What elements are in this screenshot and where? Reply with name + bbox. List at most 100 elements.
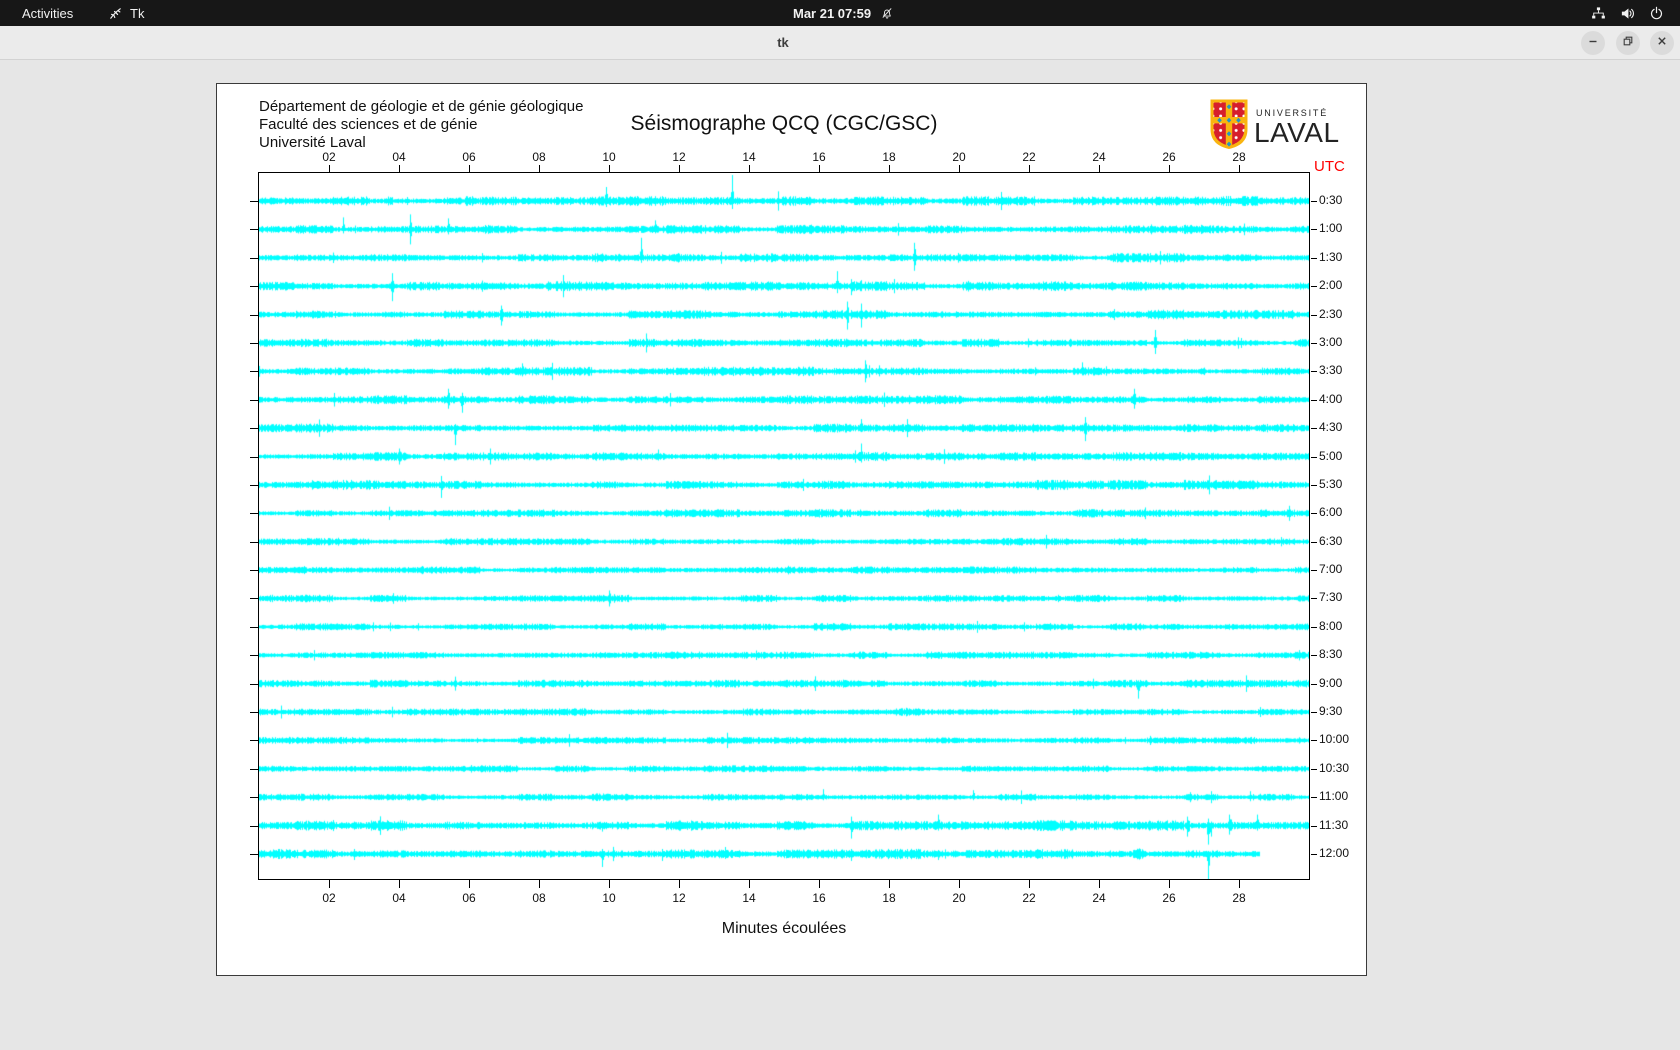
app-menu-label: Tk bbox=[130, 5, 145, 21]
trace-tick-left bbox=[250, 627, 258, 628]
trace-tick-left bbox=[250, 655, 258, 656]
x-tick-bottom bbox=[1099, 880, 1100, 888]
network-icon bbox=[1591, 6, 1606, 21]
plot-title: Séismographe QCQ (CGC/GSC) bbox=[630, 112, 938, 135]
trace-time-label: 9:00 bbox=[1319, 676, 1343, 690]
trace-tick-left bbox=[250, 740, 258, 741]
trace-time-label: 3:00 bbox=[1319, 335, 1343, 349]
trace-tick-right bbox=[1311, 854, 1317, 855]
activities-button[interactable]: Activities bbox=[12, 0, 83, 26]
x-tick-label-top: 08 bbox=[532, 150, 546, 164]
trace-tick-right bbox=[1311, 229, 1317, 230]
power-icon bbox=[1649, 6, 1664, 21]
x-tick-bottom bbox=[679, 880, 680, 888]
x-tick-label-bottom: 06 bbox=[462, 891, 476, 905]
trace-tick-left bbox=[250, 854, 258, 855]
x-tick-label-top: 04 bbox=[392, 150, 406, 164]
trace-tick-left bbox=[250, 598, 258, 599]
x-tick-top bbox=[539, 165, 540, 173]
x-tick-label-top: 12 bbox=[672, 150, 686, 164]
volume-icon bbox=[1620, 6, 1635, 21]
clock-menu[interactable]: Mar 21 07:59 bbox=[793, 0, 894, 26]
gnome-top-bar: Activities Tk Mar 21 07:59 bbox=[0, 0, 1680, 26]
x-tick-bottom bbox=[1169, 880, 1170, 888]
x-tick-label-bottom: 14 bbox=[742, 891, 756, 905]
x-tick-label-bottom: 26 bbox=[1162, 891, 1176, 905]
x-tick-bottom bbox=[959, 880, 960, 888]
trace-time-label: 10:30 bbox=[1319, 761, 1350, 775]
trace-tick-right bbox=[1311, 428, 1317, 429]
window-titlebar[interactable]: tk bbox=[0, 26, 1680, 60]
trace-time-label: 7:00 bbox=[1319, 562, 1343, 576]
trace-tick-left bbox=[250, 371, 258, 372]
x-axis-label: Minutes écoulées bbox=[721, 920, 847, 937]
tk-window-content: Département de géologie et de génie géol… bbox=[0, 60, 1680, 1050]
trace-time-label: 8:30 bbox=[1319, 647, 1343, 661]
x-tick-top bbox=[329, 165, 330, 173]
trace-tick-left bbox=[250, 684, 258, 685]
trace-time-label: 10:00 bbox=[1319, 732, 1350, 746]
trace-tick-right bbox=[1311, 655, 1317, 656]
activities-label: Activities bbox=[22, 5, 74, 21]
trace-tick-right bbox=[1311, 201, 1317, 202]
trace-time-label: 7:30 bbox=[1319, 590, 1343, 604]
x-tick-label-top: 06 bbox=[462, 150, 476, 164]
trace-time-label: 2:00 bbox=[1319, 278, 1343, 292]
trace-tick-left bbox=[250, 400, 258, 401]
x-tick-label-bottom: 12 bbox=[672, 891, 686, 905]
trace-tick-right bbox=[1311, 598, 1317, 599]
system-status-area[interactable] bbox=[1591, 0, 1664, 26]
x-tick-top bbox=[889, 165, 890, 173]
x-tick-label-bottom: 24 bbox=[1092, 891, 1106, 905]
x-tick-label-bottom: 22 bbox=[1022, 891, 1036, 905]
trace-tick-right bbox=[1311, 740, 1317, 741]
maximize-button[interactable] bbox=[1616, 31, 1640, 55]
trace-tick-right bbox=[1311, 542, 1317, 543]
x-tick-label-bottom: 28 bbox=[1232, 891, 1246, 905]
tk-icon bbox=[108, 6, 123, 21]
bell-muted-icon bbox=[880, 6, 894, 20]
x-tick-label-bottom: 16 bbox=[812, 891, 826, 905]
trace-time-label: 2:30 bbox=[1319, 307, 1343, 321]
trace-tick-right bbox=[1311, 684, 1317, 685]
trace-tick-left bbox=[250, 542, 258, 543]
trace-tick-left bbox=[250, 229, 258, 230]
x-tick-label-bottom: 10 bbox=[602, 891, 616, 905]
minimize-icon bbox=[1587, 34, 1599, 52]
trace-tick-left bbox=[250, 457, 258, 458]
x-tick-top bbox=[1239, 165, 1240, 173]
x-tick-label-bottom: 04 bbox=[392, 891, 406, 905]
x-tick-top bbox=[679, 165, 680, 173]
trace-tick-right bbox=[1311, 371, 1317, 372]
trace-time-label: 3:30 bbox=[1319, 363, 1343, 377]
trace-tick-left bbox=[250, 570, 258, 571]
x-tick-label-top: 28 bbox=[1232, 150, 1246, 164]
trace-time-label: 12:00 bbox=[1319, 846, 1350, 860]
trace-tick-right bbox=[1311, 769, 1317, 770]
x-tick-label-bottom: 18 bbox=[882, 891, 896, 905]
trace-tick-right bbox=[1311, 315, 1317, 316]
trace-tick-right bbox=[1311, 286, 1317, 287]
trace-time-label: 5:30 bbox=[1319, 477, 1343, 491]
clock-label: Mar 21 07:59 bbox=[793, 5, 872, 21]
x-tick-label-top: 02 bbox=[322, 150, 336, 164]
x-tick-bottom bbox=[609, 880, 610, 888]
x-tick-label-top: 22 bbox=[1022, 150, 1036, 164]
close-button[interactable] bbox=[1650, 31, 1674, 55]
minimize-button[interactable] bbox=[1581, 31, 1605, 55]
trace-time-label: 6:30 bbox=[1319, 534, 1343, 548]
x-tick-bottom bbox=[329, 880, 330, 888]
trace-time-label: 9:30 bbox=[1319, 704, 1343, 718]
trace-tick-right bbox=[1311, 485, 1317, 486]
laval-shield bbox=[1210, 99, 1248, 149]
trace-tick-left bbox=[250, 712, 258, 713]
utc-axis-label: UTC bbox=[1314, 158, 1345, 175]
x-tick-top bbox=[1029, 165, 1030, 173]
x-tick-top bbox=[609, 165, 610, 173]
x-tick-bottom bbox=[1239, 880, 1240, 888]
trace-tick-left bbox=[250, 258, 258, 259]
trace-tick-left bbox=[250, 769, 258, 770]
app-menu-tk[interactable]: Tk bbox=[100, 0, 152, 26]
trace-tick-left bbox=[250, 343, 258, 344]
x-tick-top bbox=[469, 165, 470, 173]
